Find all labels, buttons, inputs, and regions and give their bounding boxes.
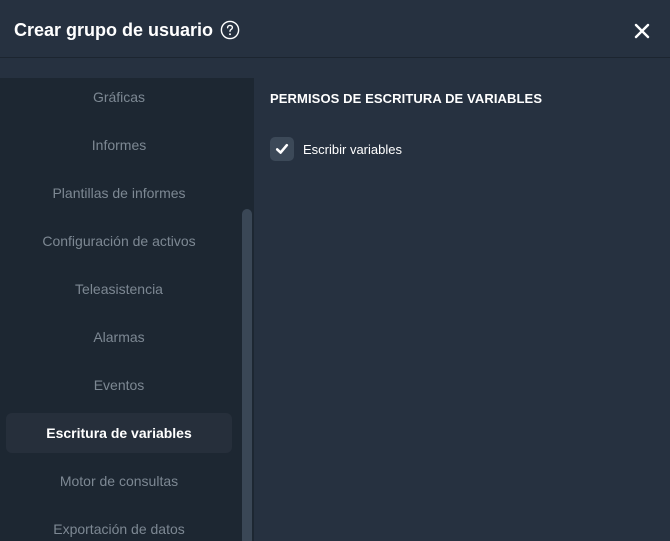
scrollbar-thumb[interactable] <box>242 209 252 541</box>
permissions-sidebar: Gráficas Informes Plantillas de informes… <box>0 78 240 541</box>
sidebar-item-eventos[interactable]: Eventos <box>6 365 232 405</box>
checkbox-label: Escribir variables <box>303 141 402 157</box>
sidebar-item-escritura-de-variables[interactable]: Escritura de variables <box>6 413 232 453</box>
sidebar-item-informes[interactable]: Informes <box>6 125 232 165</box>
sidebar-item-exportacion-de-datos[interactable]: Exportación de datos <box>6 509 232 541</box>
permissions-panel: PERMISOS DE ESCRITURA DE VARIABLES Escri… <box>254 78 670 541</box>
permission-write-variables[interactable]: Escribir variables <box>270 137 402 161</box>
dialog-header: Crear grupo de usuario <box>0 0 670 58</box>
checkbox[interactable] <box>270 137 294 161</box>
close-icon[interactable] <box>631 20 653 42</box>
sidebar-item-configuracion-de-activos[interactable]: Configuración de activos <box>6 221 232 261</box>
help-icon[interactable] <box>220 20 240 40</box>
sidebar-item-alarmas[interactable]: Alarmas <box>6 317 232 357</box>
sidebar-item-motor-de-consultas[interactable]: Motor de consultas <box>6 461 232 501</box>
section-title: PERMISOS DE ESCRITURA DE VARIABLES <box>270 91 543 106</box>
sidebar-scrollbar[interactable] <box>240 78 254 541</box>
create-user-group-dialog: Crear grupo de usuario Gráficas Informes… <box>0 0 670 541</box>
sidebar-item-plantillas-de-informes[interactable]: Plantillas de informes <box>6 173 232 213</box>
checkmark-icon <box>275 143 289 154</box>
dialog-title: Crear grupo de usuario <box>14 20 214 40</box>
sidebar-item-teleasistencia[interactable]: Teleasistencia <box>6 269 232 309</box>
sidebar-item-graficas[interactable]: Gráficas <box>6 78 232 117</box>
